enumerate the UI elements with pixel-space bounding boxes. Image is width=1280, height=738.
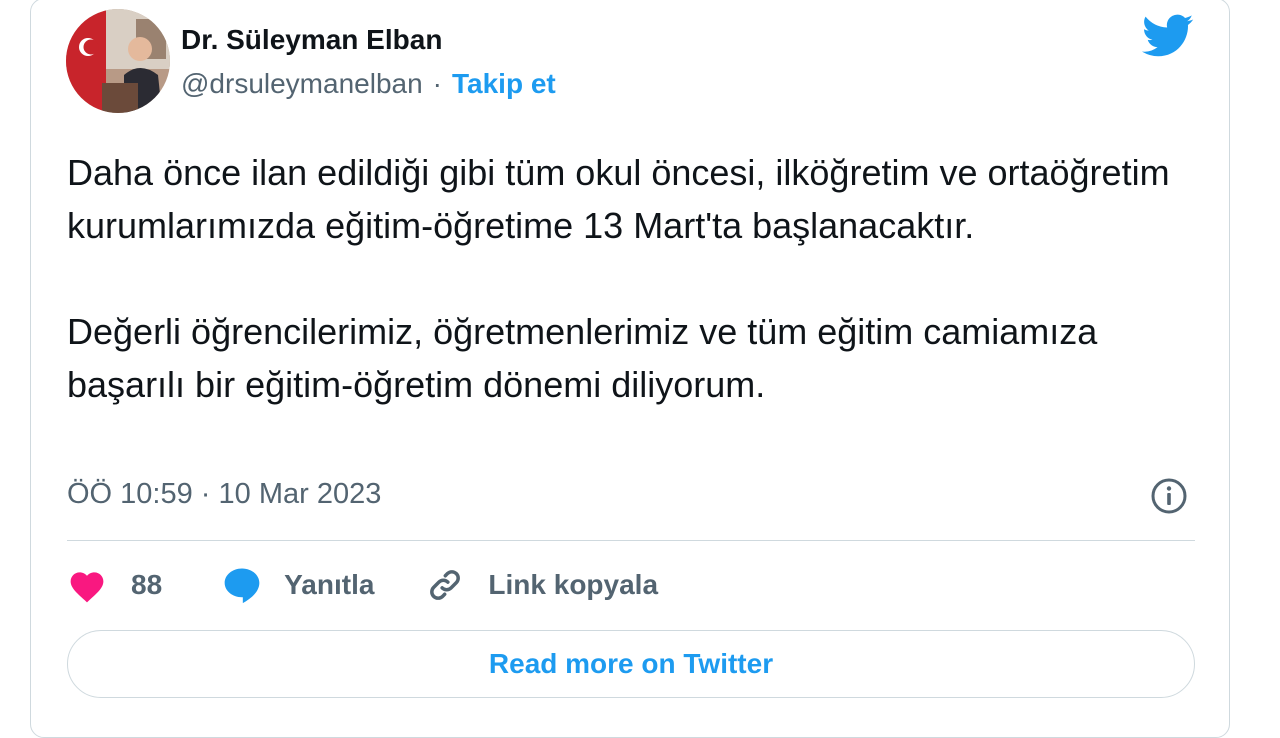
- heart-icon: [70, 572, 104, 603]
- reply-label: Yanıtla: [284, 569, 375, 600]
- read-more-button[interactable]: Read more on Twitter: [67, 630, 1195, 698]
- copy-link-button[interactable]: Link kopyala: [426, 566, 658, 604]
- like-count: 88: [131, 569, 163, 600]
- tweet-paragraph: Değerli öğrencilerimiz, öğretmenlerimiz …: [67, 311, 1098, 405]
- tweet-text: Daha önce ilan edildiği gibi tüm okul ön…: [67, 146, 1207, 411]
- divider: [67, 540, 1195, 541]
- copy-link-label: Link kopyala: [488, 569, 659, 600]
- twitter-bird-icon[interactable]: [1142, 14, 1194, 58]
- tweet-paragraph: Daha önce ilan edildiği gibi tüm okul ön…: [67, 152, 1170, 246]
- follow-button[interactable]: Takip et: [452, 68, 556, 100]
- separator: ·: [432, 68, 442, 99]
- speech-bubble-icon: [224, 568, 260, 604]
- avatar[interactable]: [66, 9, 170, 113]
- info-icon[interactable]: [1150, 477, 1188, 515]
- reply-button[interactable]: Yanıtla: [222, 566, 374, 604]
- author-meta: @drsuleymanelban · Takip et: [181, 68, 556, 100]
- action-bar: 88 Yanıtla Link kopyala: [67, 560, 658, 610]
- link-icon: [430, 570, 461, 600]
- author-name[interactable]: Dr. Süleyman Elban: [181, 24, 442, 56]
- author-handle[interactable]: @drsuleymanelban: [181, 68, 423, 100]
- tweet-timestamp[interactable]: ÖÖ 10:59 · 10 Mar 2023: [67, 478, 381, 511]
- like-button[interactable]: 88: [67, 567, 162, 603]
